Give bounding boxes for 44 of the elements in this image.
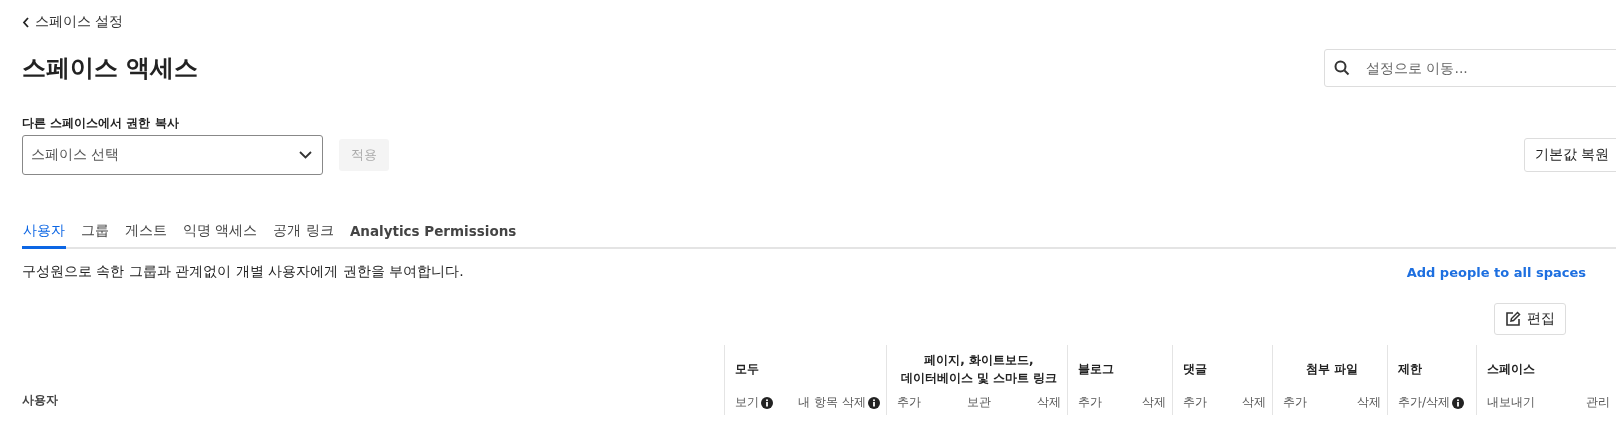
tab[interactable]: 공개 링크 [272, 218, 335, 249]
field-label: 다른 스페이스에서 권한 복사 [22, 115, 180, 132]
column-group-header: 페이지, 화이트보드, 데이터베이스 및 스마트 링크 [899, 352, 1059, 387]
restore-defaults-button[interactable]: 기본값 복원 [1523, 138, 1616, 172]
column-header: 추가 [1183, 394, 1207, 411]
column-header: 추가 [1283, 394, 1307, 411]
back-link[interactable]: 스페이스 설정 [22, 13, 124, 31]
tab[interactable]: 익명 액세스 [182, 218, 259, 249]
column-header: 내보내기 [1487, 394, 1535, 411]
chevron-down-icon [299, 151, 312, 159]
column-group-header: 첨부 파일 [1304, 360, 1360, 378]
column-header: 사용자 [22, 392, 58, 409]
tab[interactable]: 게스트 [124, 218, 168, 249]
column-group-header: 블로그 [1078, 360, 1115, 378]
space-select[interactable]: 스페이스 선택 [22, 135, 323, 175]
edit-button[interactable]: 편집 [1494, 303, 1566, 335]
search-field[interactable]: 설정으로 이동... [1324, 49, 1616, 87]
page-title: 스페이스 액세스 [22, 52, 199, 84]
column-group-header: 댓글 [1183, 360, 1208, 378]
edit-icon [1505, 311, 1521, 327]
description-text: 구성원으로 속한 그룹과 관계없이 개별 사용자에게 권한을 부여합니다. [22, 263, 464, 281]
column-header: 삭제 [1142, 394, 1166, 411]
column-header: 추가/삭제 [1398, 394, 1451, 411]
add-people-link[interactable]: Add people to all spaces [1406, 264, 1586, 280]
column-header: 내 항목 삭제 [798, 394, 866, 411]
column-group-header: 스페이스 [1487, 360, 1536, 378]
column-header: 보관 [967, 394, 991, 411]
info-icon [868, 396, 880, 409]
column-header: 삭제 [1242, 394, 1266, 411]
tab[interactable]: 그룹 [80, 218, 110, 249]
column-group-header: 제한 [1398, 360, 1423, 378]
column-header: 삭제 [1357, 394, 1381, 411]
column-group-header: 모두 [735, 360, 760, 378]
column-header: 추가 [1078, 394, 1102, 411]
tab[interactable]: 사용자 [22, 218, 66, 249]
tab[interactable]: Analytics Permissions [348, 218, 518, 249]
info-icon [1452, 396, 1465, 409]
column-header: 추가 [897, 394, 921, 411]
search-icon [1334, 60, 1350, 76]
column-header: 삭제 [1037, 394, 1061, 411]
column-header: 관리 [1586, 394, 1610, 411]
column-header: 보기 [735, 394, 759, 411]
info-icon [761, 396, 773, 409]
chevron-left-icon [22, 16, 30, 28]
